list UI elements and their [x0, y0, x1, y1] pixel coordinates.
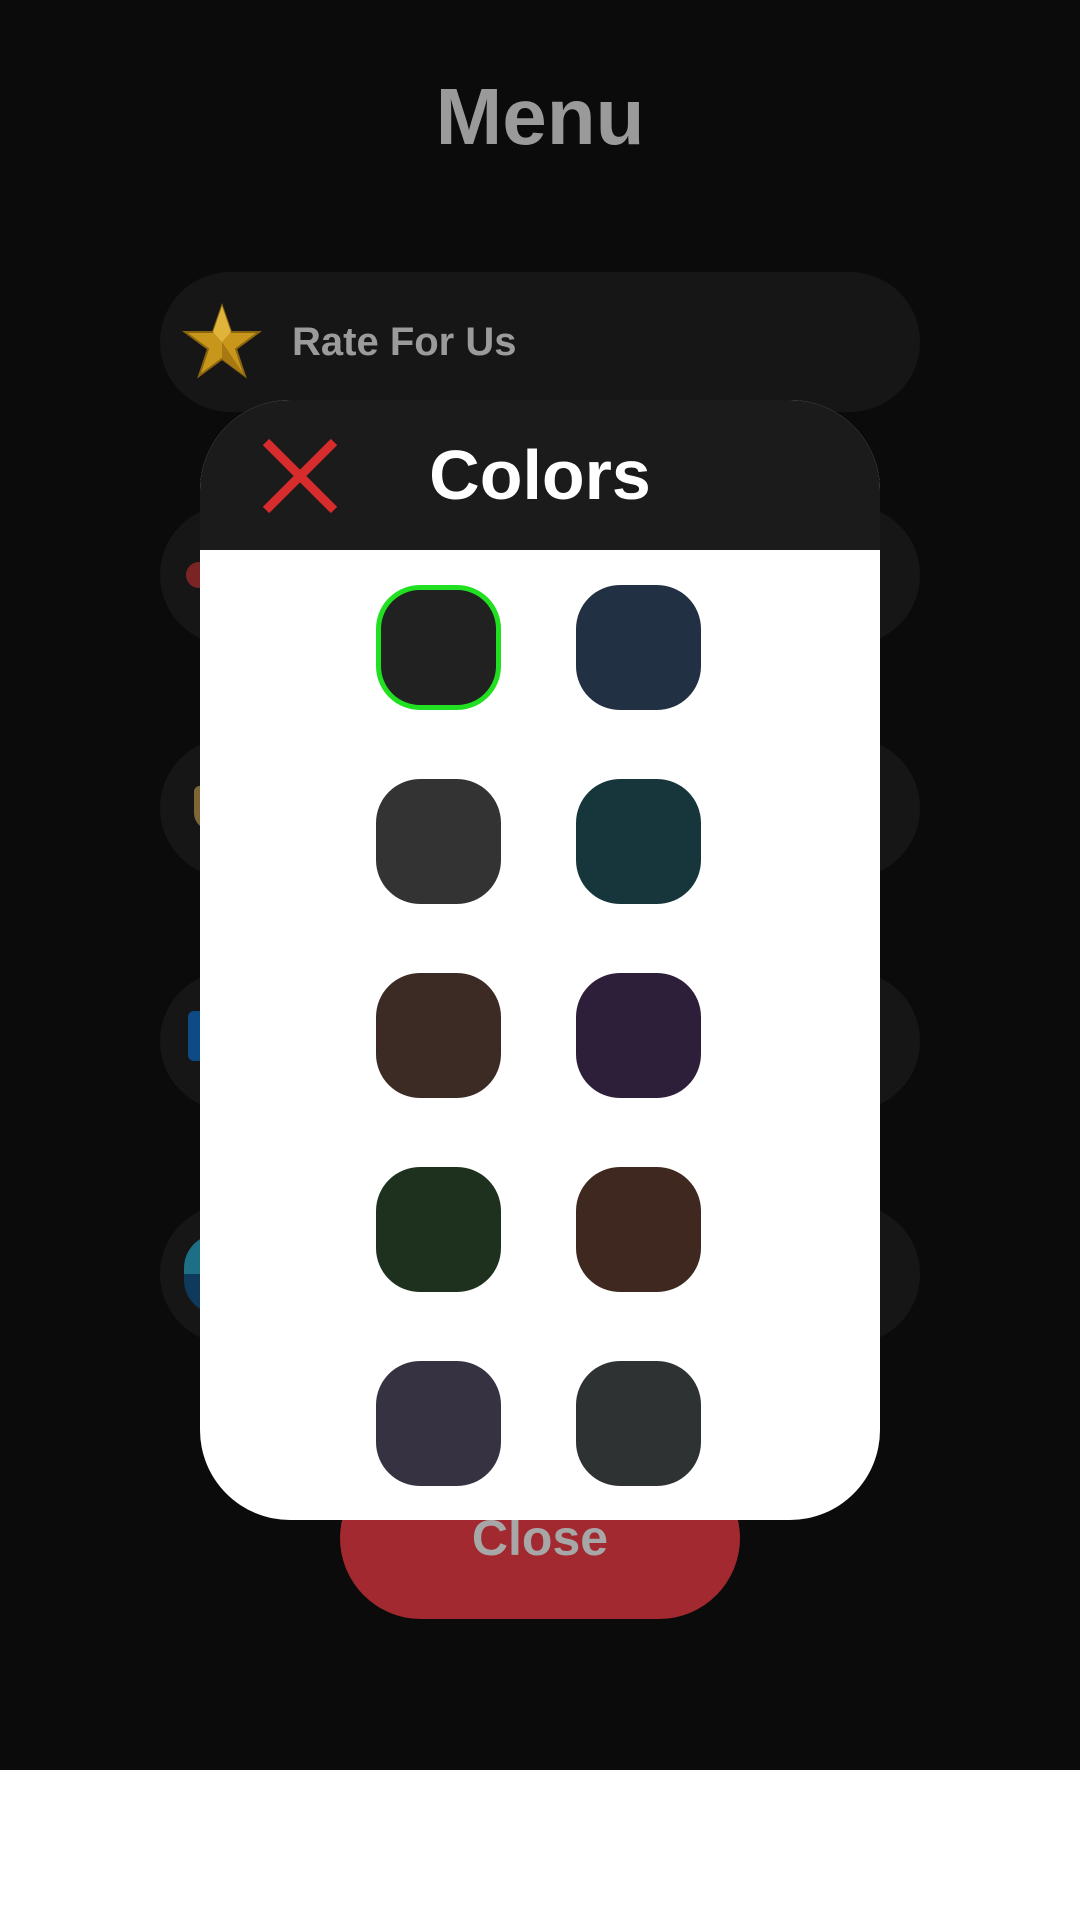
color-swatch[interactable]	[376, 1361, 501, 1486]
color-swatch[interactable]	[576, 779, 701, 904]
dialog-header: Colors	[200, 400, 880, 550]
color-swatch[interactable]	[376, 973, 501, 1098]
color-swatch[interactable]	[576, 585, 701, 710]
menu-title: Menu	[435, 72, 645, 161]
dialog-title: Colors	[429, 436, 651, 514]
color-swatch[interactable]	[576, 973, 701, 1098]
color-swatch[interactable]	[376, 585, 501, 710]
color-swatch[interactable]	[376, 1167, 501, 1292]
color-swatch[interactable]	[576, 1361, 701, 1486]
colors-dialog: Colors	[200, 400, 880, 1520]
color-swatch[interactable]	[376, 779, 501, 904]
star-icon	[182, 302, 262, 379]
color-swatch[interactable]	[576, 1167, 701, 1292]
menu-screen: Menu Rate For Us Close Colors	[0, 0, 1080, 1770]
menu-item-label: Rate For Us	[292, 320, 517, 364]
menu-item-rate-for-us[interactable]: Rate For Us	[160, 272, 920, 412]
